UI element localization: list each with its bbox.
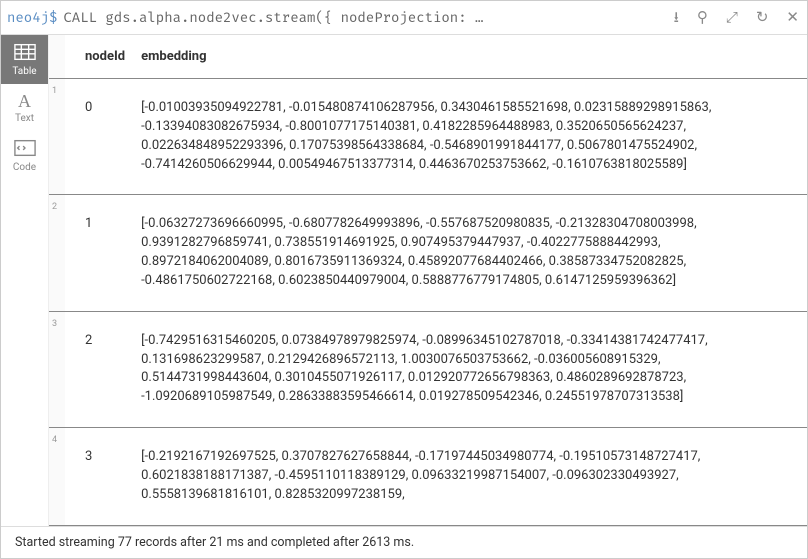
cell-nodeid: 3 (65, 428, 133, 526)
cell-embedding: [-0.06327273696660995, -0.68077826499938… (133, 195, 807, 311)
refresh-icon[interactable]: ↻ (756, 10, 769, 25)
result-mode-sidebar: Table A Text Code (1, 35, 49, 526)
row-index: 3 (49, 311, 65, 427)
expand-icon[interactable]: ⤢ (726, 10, 738, 25)
col-header-nodeid: nodeId (65, 35, 133, 79)
sidebar-item-label: Table (12, 66, 36, 77)
cell-nodeid: 0 (65, 79, 133, 195)
table-row: 10[-0.01003935094922781, -0.015480874106… (49, 79, 807, 195)
close-icon[interactable]: ✕ (786, 10, 799, 25)
sidebar-item-table[interactable]: Table (1, 35, 48, 84)
cell-nodeid: 2 (65, 311, 133, 427)
table-row: 43[-0.2192167192697525, 0.37078276276588… (49, 428, 807, 526)
top-toolbar: neo4j$ CALL gds.alpha.node2vec.stream({ … (1, 1, 807, 35)
db-prompt: neo4j$ (7, 9, 63, 26)
table-icon (14, 43, 36, 61)
code-icon (14, 139, 36, 157)
results-table: nodeId embedding 10[-0.01003935094922781… (49, 35, 807, 526)
table-row: 32[-0.7429516315460205, 0.07384978979825… (49, 311, 807, 427)
sidebar-item-label: Code (13, 162, 36, 173)
results-main: nodeId embedding 10[-0.01003935094922781… (49, 35, 807, 526)
cell-embedding: [-0.7429516315460205, 0.0738497897982597… (133, 311, 807, 427)
col-header-embedding: embedding (133, 35, 807, 79)
row-index: 1 (49, 79, 65, 195)
sidebar-item-code[interactable]: Code (1, 131, 48, 180)
row-index: 2 (49, 195, 65, 311)
cell-embedding: [-0.2192167192697525, 0.3707827627658844… (133, 428, 807, 526)
download-icon[interactable]: ⭳ (674, 10, 679, 25)
results-scroll[interactable]: nodeId embedding 10[-0.01003935094922781… (49, 35, 807, 526)
top-icon-group: ⭳ ⚲ ⤢ ↻ ✕ (664, 10, 799, 25)
sidebar-item-label: Text (15, 113, 34, 124)
cell-embedding: [-0.01003935094922781, -0.01548087410628… (133, 79, 807, 195)
row-index: 4 (49, 428, 65, 526)
content-area: Table A Text Code nodeId embedding (1, 35, 807, 526)
cell-nodeid: 1 (65, 195, 133, 311)
table-row: 21[-0.06327273696660995, -0.680778264999… (49, 195, 807, 311)
col-rownum (49, 35, 65, 79)
sidebar-item-text[interactable]: A Text (1, 84, 48, 131)
text-icon: A (1, 92, 48, 110)
pin-icon[interactable]: ⚲ (697, 10, 708, 25)
status-footer: Started streaming 77 records after 21 ms… (1, 526, 807, 558)
query-text[interactable]: CALL gds.alpha.node2vec.stream({ nodePro… (63, 9, 663, 26)
